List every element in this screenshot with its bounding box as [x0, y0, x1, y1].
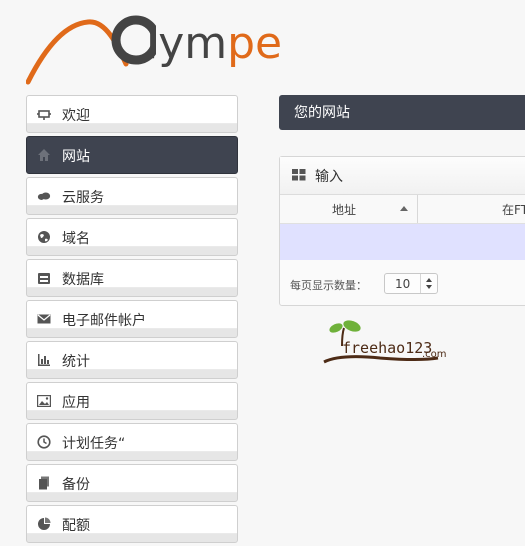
olympe-logo: lympe: [25, 6, 326, 86]
sort-asc-icon: [400, 206, 408, 211]
panel-title: 输入: [315, 169, 343, 185]
sidebar-item-label: 数据库: [62, 272, 104, 288]
page-title-bar: 您的网站: [279, 95, 525, 130]
database-icon: [37, 271, 51, 285]
sidebar-item-label: 应用: [62, 395, 90, 411]
table-header-row: 地址 在FT: [280, 195, 525, 224]
sidebar-item-email-accounts[interactable]: 电子邮件帐户: [26, 300, 238, 338]
globe-icon: [37, 230, 51, 244]
sidebar-nav: 欢迎 网站 云服务 域名 数据库 电子邮件帐户 统计 应用 计划任务“ 备份 配…: [26, 95, 238, 546]
grid-icon: [292, 169, 306, 185]
logo-wordmark: lympe: [146, 18, 283, 69]
table-row: [280, 224, 525, 260]
sidebar-item-scheduled-tasks[interactable]: 计划任务“: [26, 423, 238, 461]
sidebar-item-statistics[interactable]: 统计: [26, 341, 238, 379]
sidebar-item-label: 电子邮件帐户: [62, 313, 146, 329]
sidebar-item-label: 域名: [62, 231, 90, 247]
logo-swoosh: [25, 15, 161, 85]
sidebar-item-cloud[interactable]: 云服务: [26, 177, 238, 215]
cloud-icon: [37, 189, 51, 203]
per-page-select[interactable]: 10: [384, 273, 438, 294]
sidebar-item-database[interactable]: 数据库: [26, 259, 238, 297]
sidebar-item-label: 欢迎: [62, 108, 90, 124]
panel-header: 输入: [280, 157, 525, 195]
sidebar-item-backup[interactable]: 备份: [26, 464, 238, 502]
sidebar-item-applications[interactable]: 应用: [26, 382, 238, 420]
sidebar-item-quota[interactable]: 配额: [26, 505, 238, 543]
per-page-label: 每页显示数量：: [290, 279, 367, 292]
mail-icon: [37, 312, 51, 326]
clock-icon: [37, 435, 51, 449]
sidebar-item-domains[interactable]: 域名: [26, 218, 238, 256]
spinner-icon[interactable]: [420, 274, 437, 293]
sidebar-item-label: 配额: [62, 518, 90, 534]
sidebar-item-label: 统计: [62, 354, 90, 370]
sidebar-item-welcome[interactable]: 欢迎: [26, 95, 238, 133]
column-header-address[interactable]: 地址: [280, 195, 418, 223]
freehao123-watermark: freehao123 .com: [320, 318, 460, 368]
page-title: 您的网站: [294, 105, 350, 121]
sidebar-item-websites[interactable]: 网站: [26, 136, 238, 174]
input-panel: 输入 地址 在FT 每页显示数量： 10: [279, 156, 525, 306]
home-icon: [37, 148, 51, 162]
sidebar-item-label: 云服务: [62, 190, 104, 206]
sidebar-item-label: 计划任务“: [62, 436, 126, 452]
monitor-icon: [37, 107, 51, 121]
sidebar-item-label: 备份: [62, 477, 90, 493]
per-page-value: 10: [395, 277, 411, 291]
bar-chart-icon: [37, 353, 51, 367]
sidebar-item-label: 网站: [62, 149, 90, 165]
pie-chart-icon: [37, 517, 51, 531]
image-icon: [37, 394, 51, 408]
copy-icon: [37, 476, 51, 490]
